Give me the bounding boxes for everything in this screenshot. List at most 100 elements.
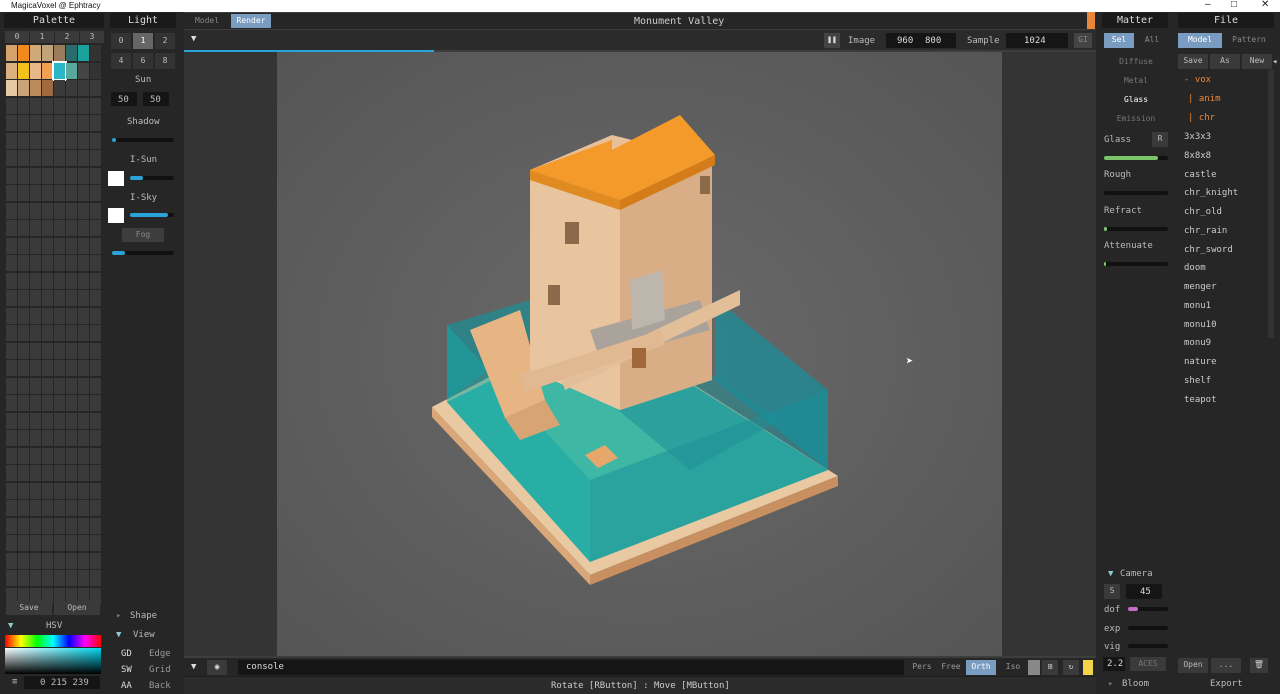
palette-swatch[interactable] [90,97,101,114]
palette-swatch[interactable] [54,395,65,411]
view-frame-icon[interactable] [1028,660,1040,675]
palette-swatch[interactable] [66,237,77,254]
palette-swatch[interactable] [66,272,77,289]
palette-swatch[interactable] [18,570,29,586]
palette-swatch[interactable] [78,307,89,324]
palette-swatch[interactable] [18,237,29,254]
palette-swatch[interactable] [30,412,41,429]
palette-swatch[interactable] [18,132,29,149]
palette-swatch[interactable] [78,500,89,516]
palette-swatch[interactable] [54,342,65,359]
palette-swatch[interactable] [54,220,65,236]
palette-swatch[interactable] [90,45,101,61]
palette-swatch[interactable] [6,45,17,61]
material-emission[interactable]: Emission [1104,112,1168,127]
projection-orth[interactable]: Orth [966,660,996,675]
palette-swatch[interactable] [30,185,41,201]
palette-swatch[interactable] [90,342,101,359]
palette-swatch[interactable] [54,377,65,394]
file-open-button[interactable]: Open [1178,658,1208,673]
palette-swatch[interactable] [42,552,53,569]
palette-swatch[interactable] [18,500,29,516]
palette-swatch[interactable] [6,97,17,114]
palette-swatch[interactable] [18,185,29,201]
palette-swatch[interactable] [54,255,65,271]
palette-swatch[interactable] [18,150,29,166]
palette-swatch[interactable] [42,377,53,394]
palette-swatch[interactable] [30,132,41,149]
palette-swatch[interactable] [6,412,17,429]
palette-swatch[interactable] [90,552,101,569]
palette-swatch[interactable] [90,80,101,96]
palette-swatch[interactable] [42,412,53,429]
material-glass[interactable]: Glass [1104,93,1168,108]
palette-swatch[interactable] [30,552,41,569]
palette-tab-3[interactable]: 3 [80,31,104,43]
palette-swatch[interactable] [42,307,53,324]
palette-swatch[interactable] [30,97,41,114]
file-item-doom[interactable]: doom [1184,263,1206,273]
palette-swatch[interactable] [54,570,65,586]
palette-swatch[interactable] [42,80,53,96]
palette-swatch[interactable] [78,395,89,411]
palette-tab-1[interactable]: 1 [30,31,54,43]
palette-swatch[interactable] [18,307,29,324]
palette-swatch[interactable] [42,45,53,61]
palette-swatch[interactable] [78,150,89,166]
gi-button[interactable]: GI [1074,33,1092,48]
grid-icon[interactable]: ⊞ [1042,660,1058,675]
palette-swatch[interactable] [78,377,89,394]
camera-section[interactable]: Camera [1120,569,1153,579]
file-item-3x3x3[interactable]: 3x3x3 [1184,132,1211,142]
light-slot-8[interactable]: 8 [155,53,175,69]
camera-collapse-icon[interactable]: ▼ [1108,569,1113,579]
palette-swatch[interactable] [42,465,53,481]
palette-swatch[interactable] [54,360,65,376]
palette-swatch[interactable] [42,430,53,446]
file-tree-item[interactable]: | anim [1188,94,1221,104]
file-tree-item[interactable]: - vox [1184,75,1211,85]
console-input[interactable] [238,660,904,675]
palette-swatch[interactable] [66,570,77,586]
palette-swatch[interactable] [30,150,41,166]
view-key-aa[interactable]: AA [121,681,132,691]
palette-swatch[interactable] [18,465,29,481]
file-save-as-button[interactable]: As [1210,54,1240,69]
palette-swatch[interactable] [90,447,101,464]
hue-bar[interactable] [5,635,101,647]
vig-slider[interactable] [1128,644,1168,648]
file-item-8x8x8[interactable]: 8x8x8 [1184,151,1211,161]
palette-swatch[interactable] [42,255,53,271]
bloom-section[interactable]: Bloom [1122,679,1149,689]
palette-swatch[interactable] [54,237,65,254]
palette-swatch[interactable] [54,535,65,551]
render-menu-icon[interactable]: ▼ [191,34,196,44]
palette-swatch[interactable] [42,517,53,534]
palette-swatch[interactable] [66,150,77,166]
palette-swatch[interactable] [6,360,17,376]
palette-swatch[interactable] [66,342,77,359]
palette-swatch[interactable] [30,517,41,534]
palette-swatch[interactable] [90,202,101,219]
palette-swatch[interactable] [54,500,65,516]
render-image[interactable] [277,52,1002,656]
dof-slider[interactable] [1128,607,1168,611]
palette-swatch[interactable] [30,447,41,464]
projection-free[interactable]: Free [938,660,964,675]
palette-swatch[interactable] [90,500,101,516]
refract-slider[interactable] [1104,227,1168,231]
palette-swatch[interactable] [18,220,29,236]
palette-swatch[interactable] [90,360,101,376]
palette-swatch[interactable] [6,395,17,411]
file-pattern-tab[interactable]: Pattern [1224,33,1274,48]
palette-swatch[interactable] [42,202,53,219]
palette-swatch[interactable] [78,115,89,131]
palette-swatch[interactable] [90,185,101,201]
projection-iso[interactable]: Iso [1000,660,1026,675]
palette-swatch[interactable] [30,377,41,394]
material-metal[interactable]: Metal [1104,74,1168,89]
maximize-button[interactable]: □ [1231,0,1237,10]
bloom-expand-icon[interactable]: ▸ [1108,679,1113,689]
palette-swatch[interactable] [30,80,41,96]
palette-swatch[interactable] [6,465,17,481]
